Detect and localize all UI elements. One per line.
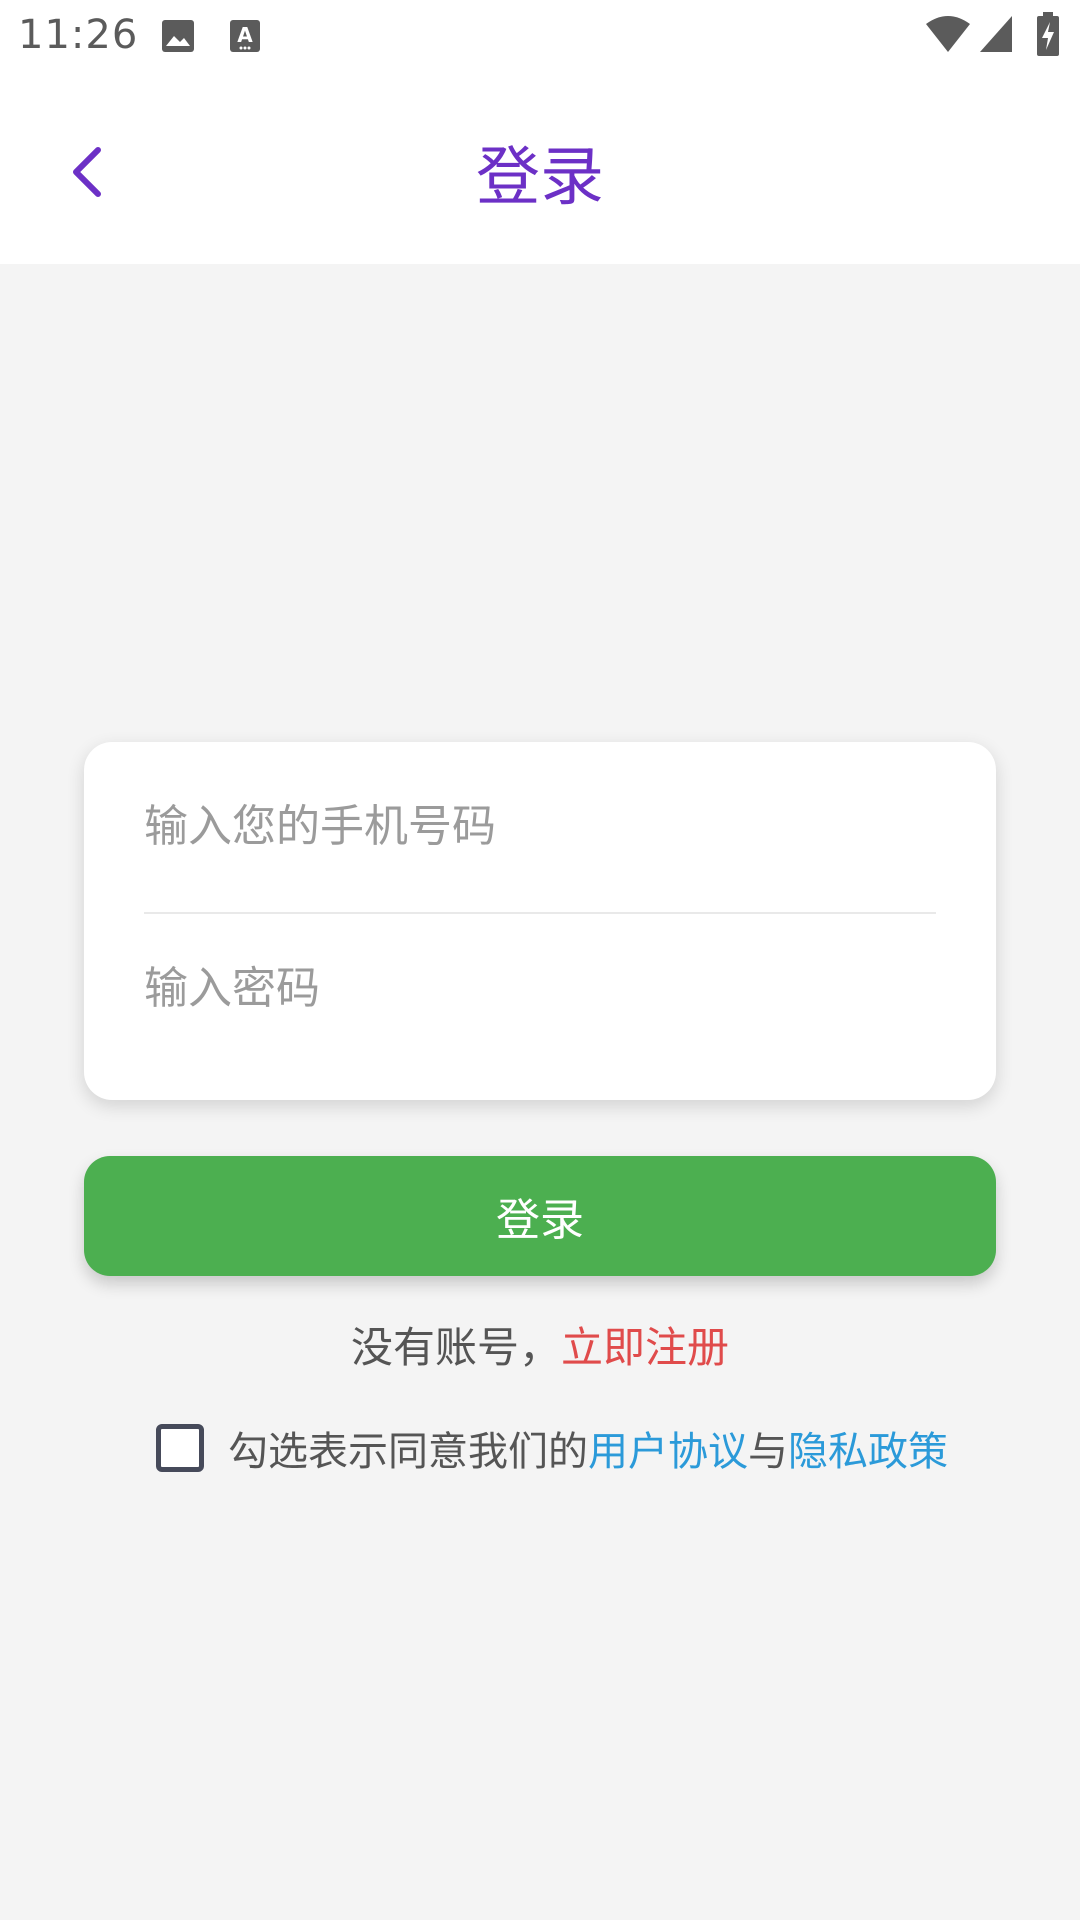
login-form-card [84, 742, 996, 1100]
agreement-text: 勾选表示同意我们的用户协议与隐私政策 [228, 1419, 948, 1477]
agreement-conjunction: 与 [748, 1429, 788, 1475]
status-bar: 11:26 A [0, 0, 1080, 74]
privacy-policy-link[interactable]: 隐私政策 [788, 1429, 948, 1475]
status-time: 11:26 [18, 12, 139, 58]
field-divider [144, 912, 936, 914]
phone-input[interactable] [144, 766, 936, 886]
battery-charging-icon [1036, 12, 1060, 60]
password-input[interactable] [144, 928, 936, 1048]
agreement-prefix: 勾选表示同意我们的 [228, 1429, 588, 1475]
app-header: 登录 [0, 74, 1080, 264]
agreement-checkbox[interactable] [156, 1424, 204, 1472]
page-title: 登录 [476, 141, 604, 215]
text-icon: A [228, 18, 262, 58]
register-prompt-row: 没有账号，立即注册 [0, 1314, 1080, 1375]
register-link[interactable]: 立即注册 [561, 1323, 729, 1372]
agreement-row: 勾选表示同意我们的用户协议与隐私政策 [156, 1418, 948, 1478]
login-button[interactable]: 登录 [84, 1156, 996, 1276]
user-agreement-link[interactable]: 用户协议 [588, 1429, 748, 1475]
register-prompt-text: 没有账号， [350, 1323, 561, 1372]
image-icon [160, 18, 196, 58]
svg-text:A: A [237, 23, 253, 47]
wifi-icon [924, 14, 972, 58]
signal-icon [978, 14, 1014, 58]
